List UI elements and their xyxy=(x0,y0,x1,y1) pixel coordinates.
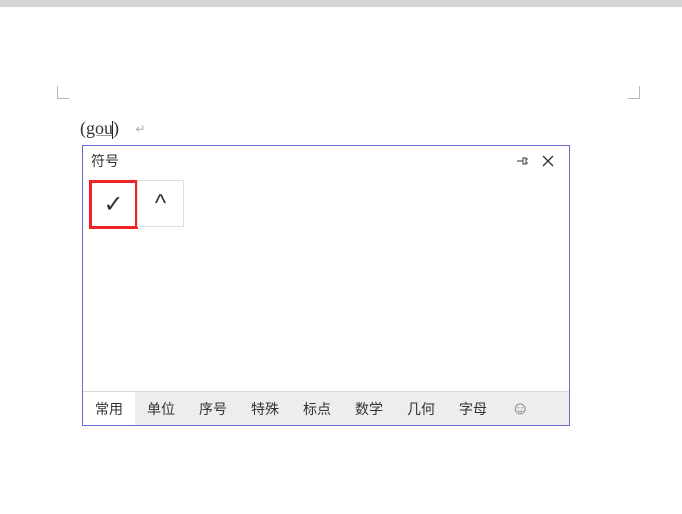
tab-letters[interactable]: 字母 xyxy=(447,392,499,425)
tab-geom[interactable]: 几何 xyxy=(395,392,447,425)
tab-units[interactable]: 单位 xyxy=(135,392,187,425)
window-top-border xyxy=(0,0,682,7)
symbol-caret[interactable]: ^ xyxy=(137,180,184,227)
panel-header: 符号 xyxy=(83,146,569,176)
pin-icon xyxy=(515,154,529,168)
close-button[interactable] xyxy=(535,150,561,172)
typed-close-paren: ) xyxy=(113,118,119,138)
document-text-line[interactable]: (gou) ↵ xyxy=(80,118,146,139)
close-icon xyxy=(542,155,554,167)
tab-numbers[interactable]: 序号 xyxy=(187,392,239,425)
symbol-check-mark[interactable]: ✓ xyxy=(89,180,138,229)
tab-emoji[interactable]: ☺ xyxy=(499,392,541,425)
symbol-picker-panel: 符号 ✓^ 常用单位序号特殊标点数学几何字母☺ xyxy=(82,145,570,426)
symbol-grid: ✓^ xyxy=(83,176,569,391)
tab-common[interactable]: 常用 xyxy=(83,392,135,425)
ime-composition-text: gou xyxy=(86,118,113,138)
category-tabs: 常用单位序号特殊标点数学几何字母☺ xyxy=(83,391,569,425)
page-margin-marker-right xyxy=(628,86,640,99)
tab-math[interactable]: 数学 xyxy=(343,392,395,425)
tab-special[interactable]: 特殊 xyxy=(239,392,291,425)
tab-punct[interactable]: 标点 xyxy=(291,392,343,425)
panel-title: 符号 xyxy=(91,151,509,171)
pin-button[interactable] xyxy=(509,150,535,172)
page-margin-marker-left xyxy=(57,86,69,99)
paragraph-mark-icon: ↵ xyxy=(136,122,146,136)
